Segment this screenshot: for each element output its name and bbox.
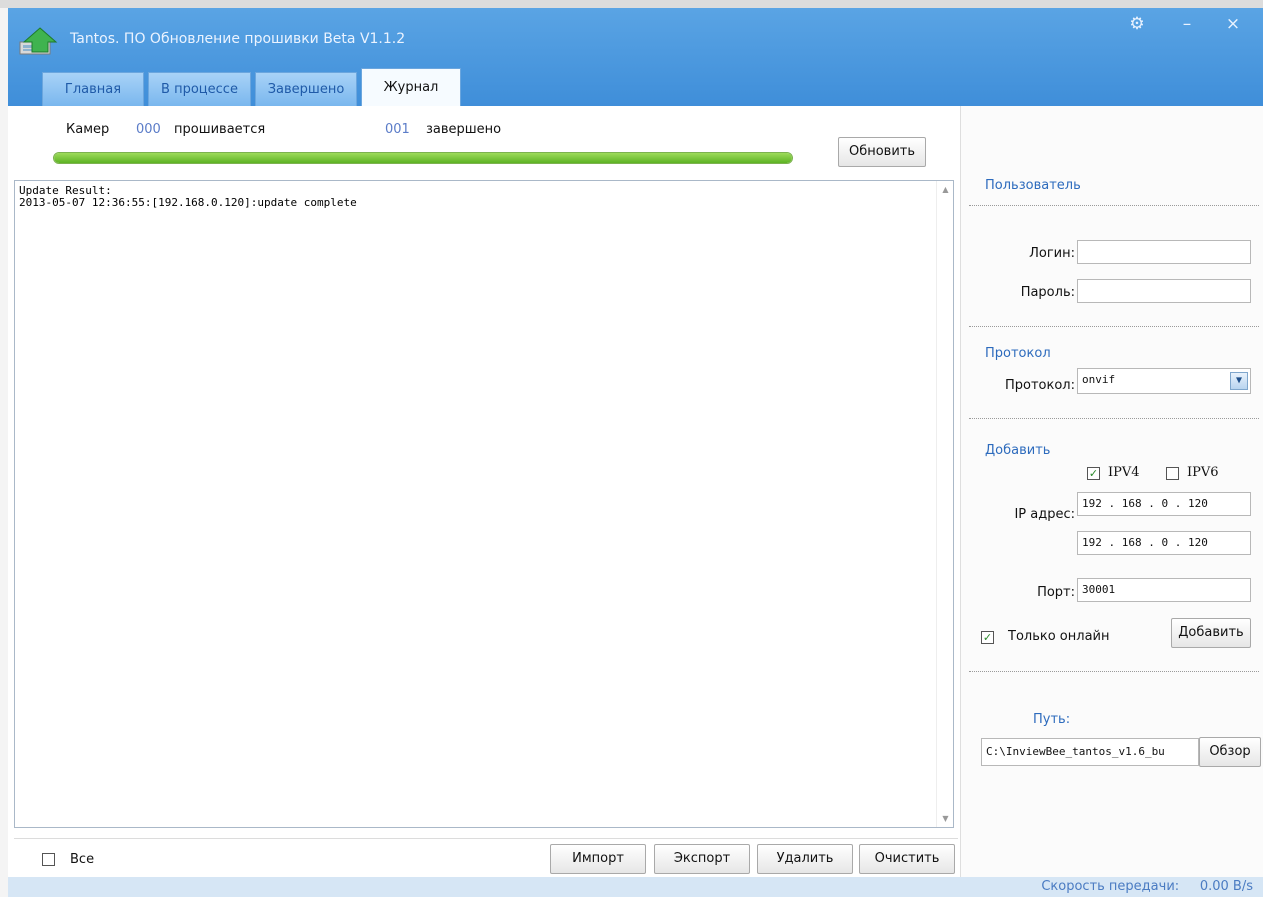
user-section-title: Пользователь (985, 178, 1081, 193)
speed-unit: B/s (1232, 879, 1253, 894)
log-scrollbar[interactable]: ▲ ▼ (936, 181, 953, 827)
log-line: 2013-05-07 12:36:55:[192.168.0.120]:upda… (19, 196, 357, 209)
ipv6-label: IPV6 (1187, 465, 1219, 480)
tab-in-progress[interactable]: В процессе (148, 72, 251, 106)
chevron-down-icon[interactable]: ▼ (1230, 372, 1248, 390)
app-window: Tantos. ПО Обновление прошивки Beta V1.1… (8, 8, 1263, 897)
speed-value: 0.00 (1199, 879, 1229, 894)
tab-completed[interactable]: Завершено (255, 72, 357, 106)
add-section-title: Добавить (985, 443, 1051, 458)
section-divider (969, 326, 1259, 327)
protocol-select[interactable]: onvif ▼ (1077, 368, 1251, 394)
desktop-strip (0, 0, 1263, 8)
ipv4-label: IPV4 (1108, 465, 1140, 480)
port-label: Порт: (1037, 585, 1075, 600)
done-count: 001 (385, 122, 410, 137)
protocol-label: Протокол: (1004, 378, 1075, 393)
ipv6-checkbox[interactable] (1166, 467, 1179, 480)
ip-end-input[interactable]: 192 . 168 . 0 . 120 (1077, 531, 1251, 555)
online-only-checkbox[interactable]: ✓ (981, 631, 994, 644)
scroll-down-icon[interactable]: ▼ (937, 810, 954, 827)
status-bar: Скорость передачи: 0.00 B/s (8, 877, 1263, 897)
section-divider (969, 205, 1259, 206)
add-button[interactable]: Добавить (1171, 618, 1251, 648)
journal-panel: Камер 000 прошивается 001 завершено Обно… (8, 106, 958, 877)
window-title: Tantos. ПО Обновление прошивки Beta V1.1… (70, 31, 406, 47)
clear-button[interactable]: Очистить (859, 844, 955, 874)
login-input[interactable] (1077, 240, 1251, 264)
section-divider (969, 418, 1259, 419)
flashing-label: прошивается (174, 122, 266, 137)
log-text: Update Result: 2013-05-07 12:36:55:[192.1… (19, 185, 357, 209)
section-divider (969, 671, 1259, 672)
path-label: Путь: (1033, 712, 1071, 727)
tab-journal[interactable]: Журнал (361, 68, 461, 106)
divider (14, 838, 958, 839)
refresh-button[interactable]: Обновить (838, 137, 926, 167)
tab-main[interactable]: Главная (42, 72, 144, 106)
port-input[interactable]: 30001 (1077, 578, 1251, 602)
progress-fill (54, 153, 792, 163)
scroll-up-icon[interactable]: ▲ (937, 181, 954, 198)
title-bar: Tantos. ПО Обновление прошивки Beta V1.1… (8, 8, 1263, 106)
delete-button[interactable]: Удалить (757, 844, 853, 874)
password-input[interactable] (1077, 279, 1251, 303)
login-label: Логин: (1029, 246, 1075, 261)
minimize-button[interactable]: – (1173, 12, 1201, 36)
protocol-selected-value: onvif (1082, 373, 1116, 386)
path-input[interactable]: C:\InviewBee_tantos_v1.6_bu (981, 738, 1199, 766)
settings-gear-icon[interactable]: ⚙ (1123, 12, 1151, 36)
done-label: завершено (426, 122, 502, 137)
protocol-section-title: Протокол (985, 346, 1051, 361)
speed-label: Скорость передачи: (1041, 879, 1180, 894)
cameras-label: Камер (66, 122, 110, 137)
export-button[interactable]: Экспорт (654, 844, 750, 874)
online-only-label: Только онлайн (1008, 629, 1110, 644)
settings-panel: Пользователь Логин: Пароль: Протокол Про… (960, 106, 1263, 877)
select-all-checkbox[interactable] (42, 853, 55, 866)
ip-address-label: IP адрес: (1014, 507, 1075, 522)
select-all-label: Все (70, 852, 95, 867)
ipv4-checkbox[interactable]: ✓ (1087, 467, 1100, 480)
ip-start-input[interactable]: 192 . 168 . 0 . 120 (1077, 492, 1251, 516)
close-button[interactable]: × (1219, 12, 1247, 36)
log-textarea[interactable]: Update Result: 2013-05-07 12:36:55:[192.1… (14, 180, 954, 828)
browse-button[interactable]: Обзор (1199, 737, 1261, 767)
progress-bar (53, 152, 793, 164)
flashing-count: 000 (136, 122, 161, 137)
app-upload-icon (18, 26, 62, 56)
import-button[interactable]: Импорт (550, 844, 646, 874)
password-label: Пароль: (1020, 285, 1075, 300)
transfer-speed: Скорость передачи: 0.00 B/s (1041, 879, 1253, 894)
